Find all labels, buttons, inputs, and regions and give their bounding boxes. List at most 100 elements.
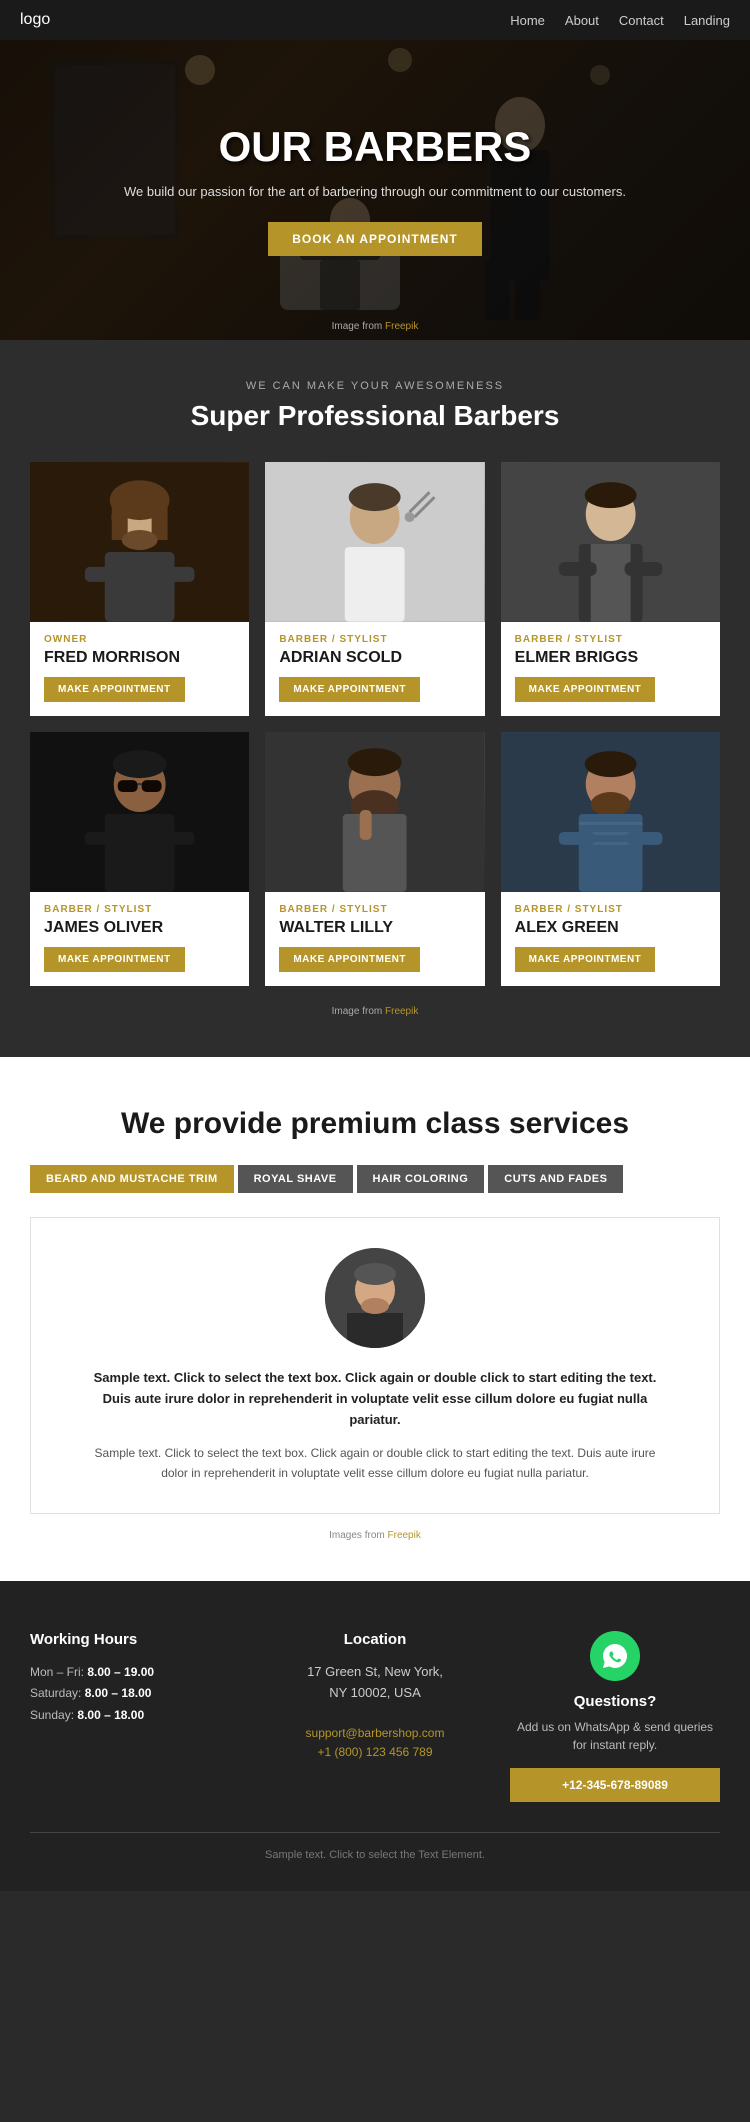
footer-email[interactable]: support@barbershop.com	[270, 1724, 480, 1743]
adrian-illustration	[265, 462, 484, 622]
hours-sunday-time: 8.00 – 18.00	[77, 1708, 144, 1722]
service-text-main: Sample text. Click to select the text bo…	[85, 1368, 665, 1430]
adrian-appointment-button[interactable]: MAKE APPOINTMENT	[279, 677, 420, 702]
barber-card-adrian: BARBER / STYLIST ADRIAN SCOLD MAKE APPOI…	[265, 462, 484, 716]
elmer-info: BARBER / STYLIST ELMER BRIGGS MAKE APPOI…	[501, 622, 720, 716]
hours-sunday-day: Sunday:	[30, 1708, 74, 1722]
services-credit: Images from Freepik	[30, 1530, 720, 1541]
alex-role: BARBER / STYLIST	[515, 904, 706, 915]
adrian-role: BARBER / STYLIST	[279, 634, 470, 645]
fred-appointment-button[interactable]: MAKE APPOINTMENT	[44, 677, 185, 702]
footer-questions: Questions? Add us on WhatsApp & send que…	[510, 1631, 720, 1802]
nav-links: Home About Contact Landing	[510, 13, 730, 28]
barbers-credit: Image from Freepik	[30, 1006, 720, 1017]
barber-card-alex: BARBER / STYLIST ALEX GREEN MAKE APPOINT…	[501, 732, 720, 986]
footer-grid: Working Hours Mon – Fri: 8.00 – 19.00 Sa…	[30, 1631, 720, 1802]
whatsapp-svg	[601, 1642, 629, 1670]
services-title: We provide premium class services	[30, 1107, 720, 1141]
tab-coloring[interactable]: HAIR COLORING	[357, 1165, 485, 1193]
footer-address-line2: NY 10002, USA	[270, 1683, 480, 1704]
footer: Working Hours Mon – Fri: 8.00 – 19.00 Sa…	[0, 1581, 750, 1891]
hours-sunday: Sunday: 8.00 – 18.00	[30, 1705, 240, 1727]
hours-saturday: Saturday: 8.00 – 18.00	[30, 1683, 240, 1705]
barber-card-fred: OWNER FRED MORRISON MAKE APPOINTMENT	[30, 462, 249, 716]
service-person-illustration	[325, 1248, 425, 1348]
navigation: logo Home About Contact Landing	[0, 0, 750, 40]
alex-illustration	[501, 732, 720, 892]
barber-photo-fred	[30, 462, 249, 622]
footer-address-line1: 17 Green St, New York,	[270, 1662, 480, 1683]
whatsapp-icon	[590, 1631, 640, 1681]
fred-info: OWNER FRED MORRISON MAKE APPOINTMENT	[30, 622, 249, 716]
tab-beard[interactable]: BEARD AND MUSTACHE TRIM	[30, 1165, 234, 1193]
barber-card-elmer: BARBER / STYLIST ELMER BRIGGS MAKE APPOI…	[501, 462, 720, 716]
footer-questions-text: Add us on WhatsApp & send queries for in…	[510, 1718, 720, 1754]
barbers-pretitle: WE CAN MAKE YOUR AWESOMENESS	[30, 380, 720, 392]
elmer-role: BARBER / STYLIST	[515, 634, 706, 645]
elmer-appointment-button[interactable]: MAKE APPOINTMENT	[515, 677, 656, 702]
alex-appointment-button[interactable]: MAKE APPOINTMENT	[515, 947, 656, 972]
hours-monFri-time: 8.00 – 19.00	[87, 1665, 154, 1679]
walter-appointment-button[interactable]: MAKE APPOINTMENT	[279, 947, 420, 972]
footer-address: 17 Green St, New York, NY 10002, USA sup…	[270, 1662, 480, 1763]
barbers-credit-link[interactable]: Freepik	[385, 1006, 418, 1017]
services-credit-text: Images from	[329, 1530, 387, 1541]
nav-about[interactable]: About	[565, 13, 599, 28]
alex-name: ALEX GREEN	[515, 919, 706, 937]
service-content: Sample text. Click to select the text bo…	[30, 1217, 720, 1514]
fred-role: OWNER	[44, 634, 235, 645]
hours-saturday-time: 8.00 – 18.00	[85, 1686, 152, 1700]
barber-photo-adrian	[265, 462, 484, 622]
adrian-name: ADRIAN SCOLD	[279, 649, 470, 667]
walter-illustration	[265, 732, 484, 892]
elmer-name: ELMER BRIGGS	[515, 649, 706, 667]
footer-questions-title: Questions?	[510, 1693, 720, 1710]
hero-content: OUR BARBERS We build our passion for the…	[104, 104, 646, 276]
barber-card-walter: BARBER / STYLIST WALTER LILLY MAKE APPOI…	[265, 732, 484, 986]
book-appointment-button[interactable]: BOOK AN APPOINTMENT	[268, 222, 481, 256]
hours-monFri-day: Mon – Fri:	[30, 1665, 84, 1679]
barbers-grid: OWNER FRED MORRISON MAKE APPOINTMENT	[30, 462, 720, 986]
footer-hours-title: Working Hours	[30, 1631, 240, 1648]
james-info: BARBER / STYLIST JAMES OLIVER MAKE APPOI…	[30, 892, 249, 986]
tab-cuts[interactable]: CUTS AND FADES	[488, 1165, 623, 1193]
nav-logo: logo	[20, 11, 50, 29]
alex-info: BARBER / STYLIST ALEX GREEN MAKE APPOINT…	[501, 892, 720, 986]
footer-hours: Working Hours Mon – Fri: 8.00 – 19.00 Sa…	[30, 1631, 240, 1802]
tab-shave[interactable]: ROYAL SHAVE	[238, 1165, 353, 1193]
service-avatar	[325, 1248, 425, 1348]
hero-credit: Image from Freepik	[332, 321, 419, 332]
footer-location: Location 17 Green St, New York, NY 10002…	[270, 1631, 480, 1802]
hours-monFri: Mon – Fri: 8.00 – 19.00	[30, 1662, 240, 1684]
barber-card-james: BARBER / STYLIST JAMES OLIVER MAKE APPOI…	[30, 732, 249, 986]
hours-saturday-day: Saturday:	[30, 1686, 81, 1700]
barber-photo-alex	[501, 732, 720, 892]
barber-photo-walter	[265, 732, 484, 892]
fred-illustration	[30, 462, 249, 622]
barbers-credit-text: Image from	[332, 1006, 385, 1017]
adrian-info: BARBER / STYLIST ADRIAN SCOLD MAKE APPOI…	[265, 622, 484, 716]
fred-name: FRED MORRISON	[44, 649, 235, 667]
james-appointment-button[interactable]: MAKE APPOINTMENT	[44, 947, 185, 972]
whatsapp-button[interactable]: +12-345-678-89089	[510, 1768, 720, 1802]
services-section: We provide premium class services BEARD …	[0, 1057, 750, 1581]
hero-credit-text: Image from	[332, 321, 385, 332]
james-illustration	[30, 732, 249, 892]
barber-photo-james	[30, 732, 249, 892]
hero-credit-link[interactable]: Freepik	[385, 321, 418, 332]
walter-role: BARBER / STYLIST	[279, 904, 470, 915]
footer-phone[interactable]: +1 (800) 123 456 789	[270, 1743, 480, 1762]
footer-hours-text: Mon – Fri: 8.00 – 19.00 Saturday: 8.00 –…	[30, 1662, 240, 1727]
walter-name: WALTER LILLY	[279, 919, 470, 937]
walter-info: BARBER / STYLIST WALTER LILLY MAKE APPOI…	[265, 892, 484, 986]
elmer-illustration	[501, 462, 720, 622]
services-credit-link[interactable]: Freepik	[388, 1530, 421, 1541]
service-text-sub: Sample text. Click to select the text bo…	[85, 1444, 665, 1482]
nav-landing[interactable]: Landing	[684, 13, 730, 28]
barbers-title: Super Professional Barbers	[30, 400, 720, 432]
nav-contact[interactable]: Contact	[619, 13, 664, 28]
hero-subtitle: We build our passion for the art of barb…	[124, 182, 626, 202]
nav-home[interactable]: Home	[510, 13, 545, 28]
services-tabs: BEARD AND MUSTACHE TRIM ROYAL SHAVE HAIR…	[30, 1165, 720, 1193]
footer-bottom-text: Sample text. Click to select the Text El…	[265, 1849, 485, 1861]
